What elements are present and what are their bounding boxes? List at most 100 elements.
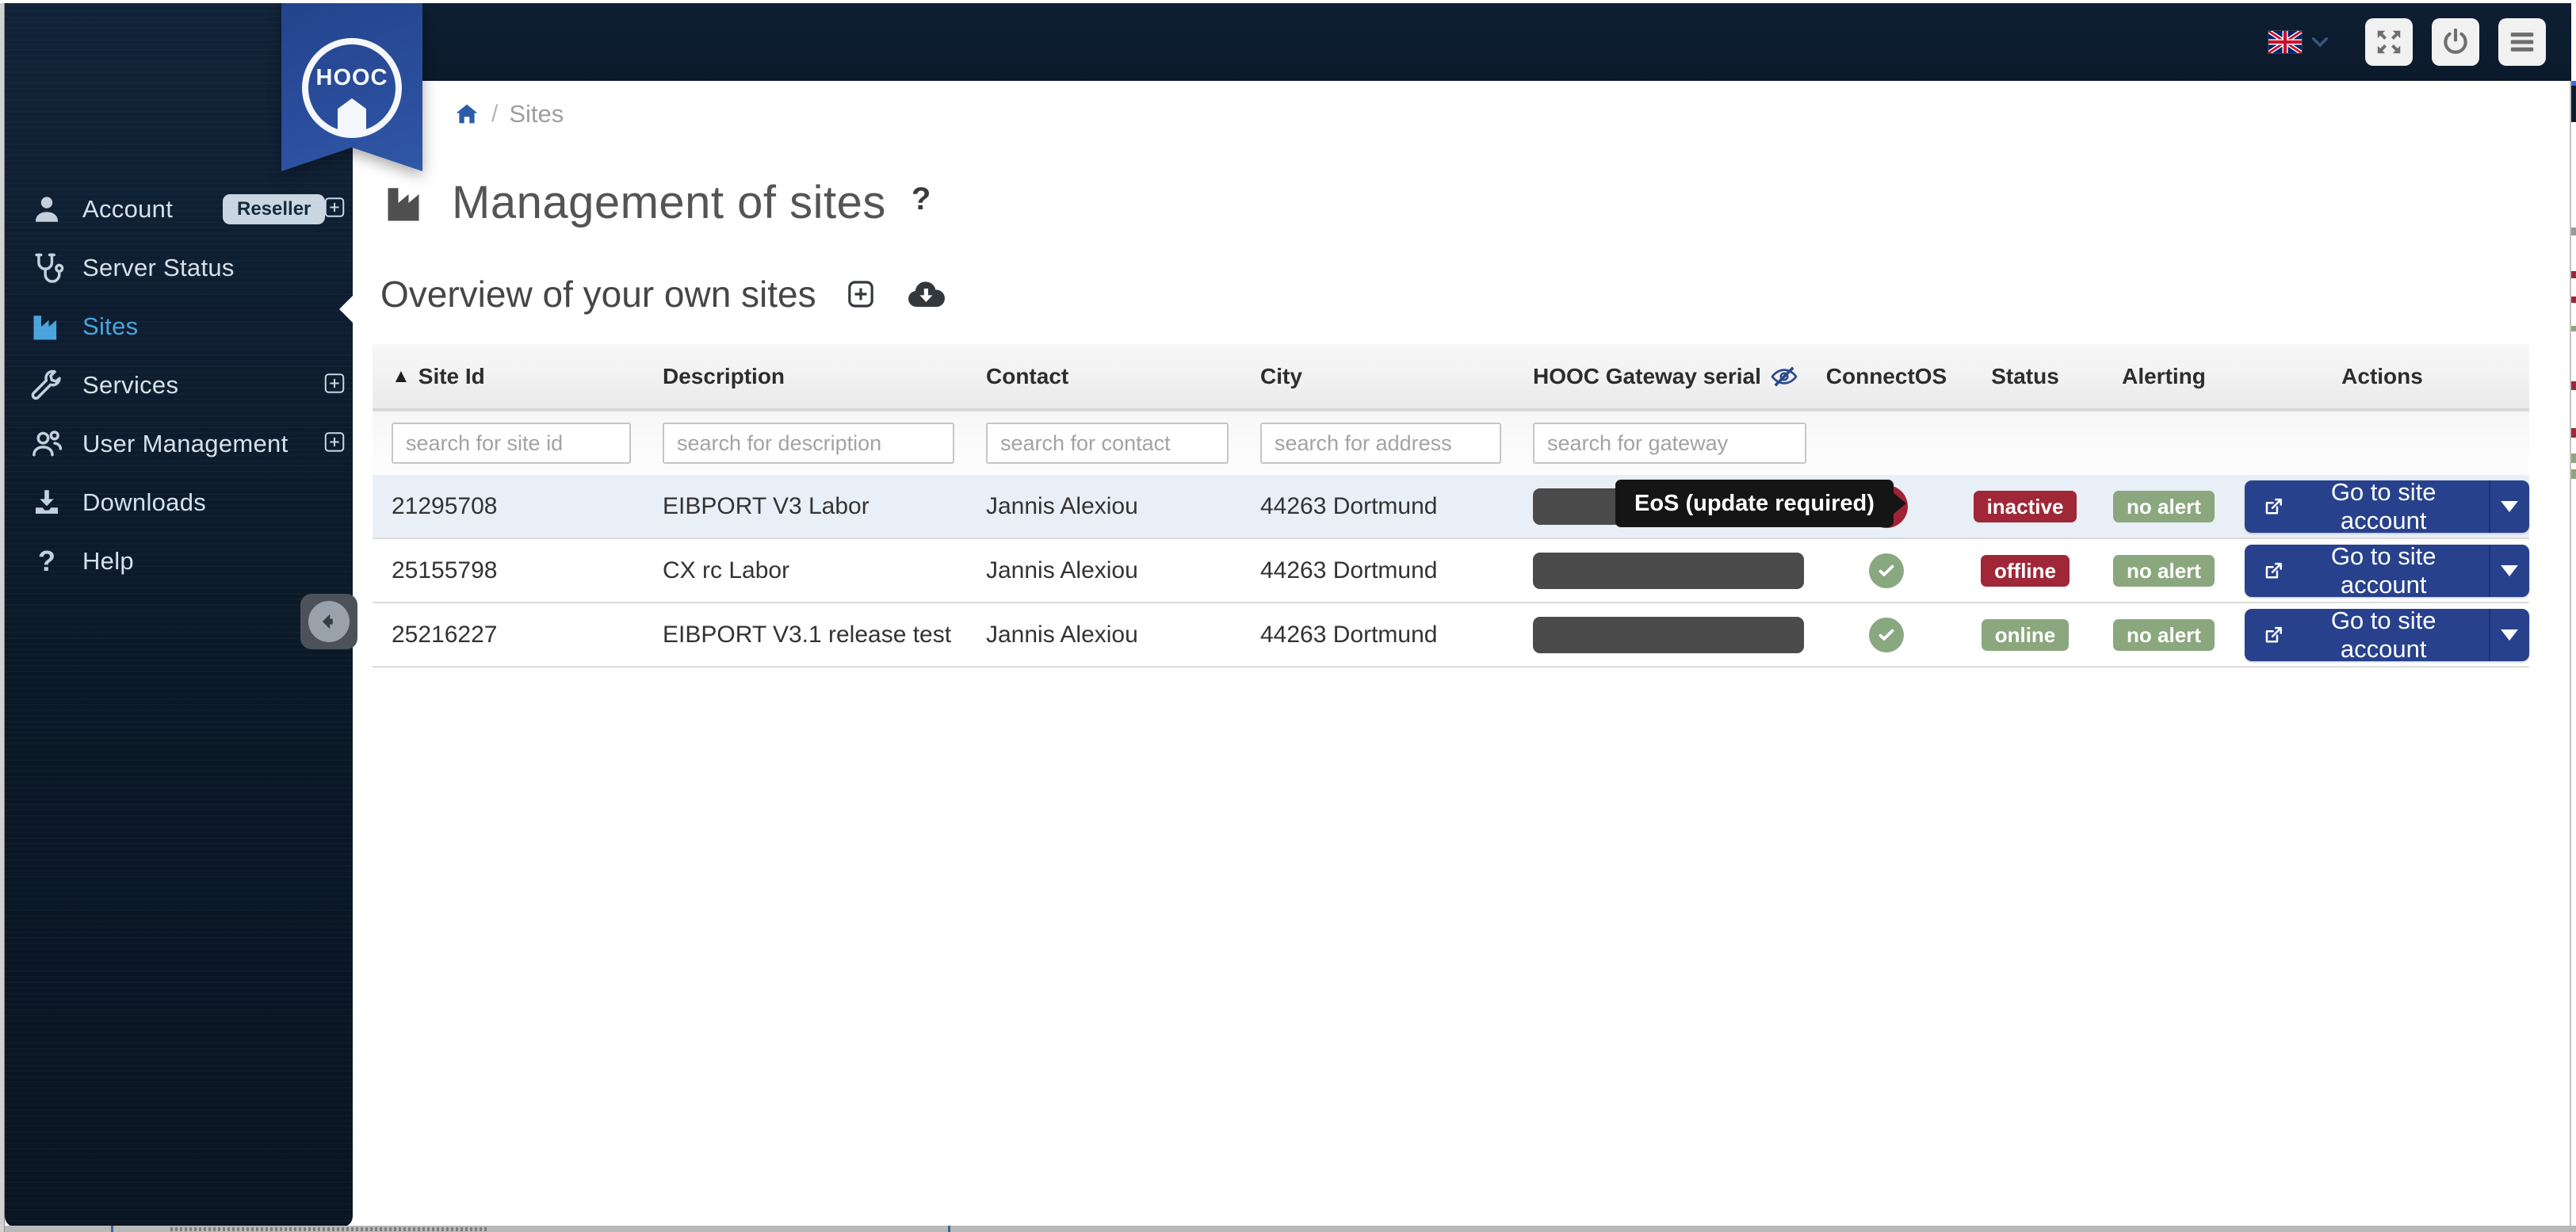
search-description-input[interactable]: [663, 423, 954, 464]
cell-connectos: [1815, 618, 1958, 652]
add-site-button[interactable]: [845, 277, 877, 311]
status-bar-text-smudge: [170, 1227, 487, 1231]
column-header-connectos[interactable]: ConnectOS: [1815, 364, 1958, 389]
external-link-icon: [2262, 494, 2284, 519]
column-header-contact[interactable]: Contact: [967, 364, 1241, 389]
cell-description: EIBPORT V3 Labor: [644, 493, 967, 520]
column-header-gateway-serial[interactable]: HOOC Gateway serial: [1514, 364, 1815, 389]
cell-actions: Go to site account: [2235, 609, 2529, 661]
sidebar-item-server-status[interactable]: Server Status: [5, 240, 353, 296]
logo-house-icon: [338, 98, 366, 133]
connectos-ok-icon: [1869, 553, 1904, 588]
reseller-badge: Reseller: [223, 194, 325, 224]
site-actions-dropdown-button[interactable]: [2489, 480, 2529, 533]
caret-down-icon: [2501, 501, 2518, 512]
sidebar-item-help[interactable]: ? Help: [5, 534, 353, 589]
cell-connectos: [1815, 553, 1958, 588]
table-row[interactable]: 25155798 CX rc Labor Jannis Alexiou 4426…: [373, 539, 2529, 603]
status-badge: offline: [1981, 555, 2070, 587]
table-row[interactable]: 25216227 EIBPORT V3.1 release test Janni…: [373, 603, 2529, 668]
column-header-site-id[interactable]: ▲ Site Id: [373, 364, 644, 389]
sidebar-item-label: Account: [82, 195, 173, 224]
breadcrumb: / Sites: [453, 100, 564, 128]
chevron-down-icon: [2311, 36, 2329, 48]
cell-actions: Go to site account: [2235, 480, 2529, 533]
expand-plus-icon[interactable]: [323, 372, 346, 400]
sidebar-item-sites[interactable]: Sites: [5, 299, 353, 354]
sidebar: Account Reseller Server Status: [5, 3, 353, 1227]
logout-power-button[interactable]: [2432, 18, 2479, 66]
expand-plus-icon[interactable]: [323, 196, 346, 224]
table-row[interactable]: 21295708 EIBPORT V3 Labor Jannis Alexiou…: [373, 475, 2529, 539]
download-icon: [29, 484, 65, 521]
app-window: Account Reseller Server Status: [0, 0, 2576, 1232]
cell-serial: [1514, 617, 1815, 653]
search-contact-input[interactable]: [986, 423, 1229, 464]
home-icon[interactable]: [453, 101, 480, 127]
section-heading-row: Overview of your own sites: [380, 273, 946, 316]
site-actions-dropdown-button[interactable]: [2489, 545, 2529, 597]
users-icon: [29, 426, 65, 462]
search-address-input[interactable]: [1260, 423, 1501, 464]
eos-tooltip: EoS (update required): [1615, 480, 1894, 527]
cell-city: 44263 Dortmund: [1241, 493, 1514, 520]
menu-button[interactable]: [2498, 18, 2546, 66]
cell-status: inactive: [1958, 491, 2093, 522]
status-badge: online: [1982, 619, 2070, 651]
hooc-logo: HOOC: [281, 2, 422, 171]
cloud-download-icon: [905, 277, 946, 312]
column-header-description[interactable]: Description: [644, 364, 967, 389]
go-to-site-account-button[interactable]: Go to site account: [2245, 480, 2489, 533]
site-actions-dropdown-button[interactable]: [2489, 609, 2529, 661]
brand-banner[interactable]: HOOC: [281, 2, 422, 171]
sidebar-item-label: Help: [82, 547, 134, 576]
section-title: Overview of your own sites: [380, 273, 816, 316]
expand-plus-icon[interactable]: [323, 430, 346, 458]
language-selector[interactable]: [2268, 31, 2329, 53]
eye-slash-icon[interactable]: [1769, 365, 1799, 388]
factory-icon: [29, 308, 65, 345]
sidebar-item-label: Downloads: [82, 488, 206, 517]
fullscreen-button[interactable]: [2365, 18, 2413, 66]
column-header-alerting[interactable]: Alerting: [2093, 364, 2235, 389]
uk-flag-icon: [2268, 31, 2302, 53]
go-to-site-account-button[interactable]: Go to site account: [2245, 545, 2489, 597]
search-site-id-input[interactable]: [392, 423, 631, 464]
stethoscope-icon: [29, 250, 65, 286]
sidebar-item-label: Sites: [82, 312, 138, 341]
breadcrumb-current: Sites: [509, 100, 564, 128]
help-question-icon[interactable]: ?: [912, 182, 931, 217]
sort-asc-icon: ▲: [392, 365, 411, 388]
cell-description: EIBPORT V3.1 release test: [644, 622, 967, 649]
export-download-button[interactable]: [905, 277, 946, 312]
window-top-edge: [0, 0, 2576, 3]
caret-down-icon: [2501, 565, 2518, 576]
cell-contact: Jannis Alexiou: [967, 622, 1241, 649]
column-header-city[interactable]: City: [1241, 364, 1514, 389]
logo-circle: HOOC: [302, 38, 402, 138]
sidebar-nav: Account Reseller Server Status: [5, 182, 353, 589]
sidebar-item-downloads[interactable]: Downloads: [5, 475, 353, 530]
column-header-status[interactable]: Status: [1958, 364, 2093, 389]
go-to-site-account-button[interactable]: Go to site account: [2245, 609, 2489, 661]
search-gateway-input[interactable]: [1533, 423, 1806, 464]
sidebar-item-account[interactable]: Account Reseller: [5, 182, 353, 237]
sidebar-collapse-button[interactable]: [300, 594, 357, 649]
sites-table: ▲ Site Id Description Contact City HOOC …: [373, 344, 2529, 668]
cell-city: 44263 Dortmund: [1241, 622, 1514, 649]
alerting-badge: no alert: [2113, 619, 2215, 651]
sidebar-item-user-management[interactable]: User Management: [5, 416, 353, 472]
background-window-sliver: [2571, 3, 2576, 1226]
cell-site-id: 25216227: [373, 622, 644, 649]
plus-square-icon: [845, 277, 877, 311]
user-icon: [29, 191, 65, 228]
cell-contact: Jannis Alexiou: [967, 557, 1241, 584]
cell-status: offline: [1958, 555, 2093, 587]
cell-alerting: no alert: [2093, 491, 2235, 522]
window-left-edge: [0, 3, 5, 1232]
cell-site-id: 25155798: [373, 557, 644, 584]
wrench-icon: [29, 367, 65, 404]
alerting-badge: no alert: [2113, 491, 2215, 522]
external-link-icon: [2262, 558, 2284, 583]
sidebar-item-services[interactable]: Services: [5, 358, 353, 413]
